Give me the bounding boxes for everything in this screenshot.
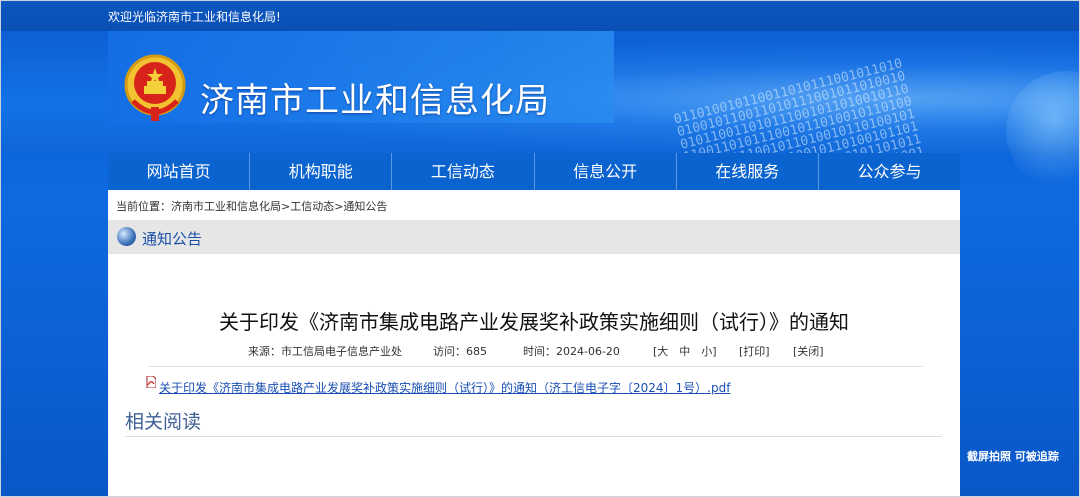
- attachment-link[interactable]: 关于印发《济南市集成电路产业发展奖补政策实施细则（试行）》的通知（济工信电子字〔…: [159, 379, 730, 396]
- content-panel: 当前位置：济南市工业和信息化局>工信动态>通知公告 通知公告 关于印发《济南市集…: [108, 190, 960, 496]
- divider: [148, 366, 923, 367]
- divider: [125, 436, 942, 437]
- article-visits: 访问：685: [433, 345, 487, 358]
- nav-item-functions[interactable]: 机构职能: [250, 153, 393, 190]
- screenshot-watermark: 截屏拍照 可被追踪: [967, 450, 1059, 463]
- nav-item-home[interactable]: 网站首页: [108, 153, 251, 190]
- welcome-text: 欢迎光临济南市工业和信息化局!: [108, 10, 281, 24]
- article-time: 时间：2024-06-20: [523, 345, 620, 358]
- close-button[interactable]: [关闭]: [793, 343, 824, 359]
- section-header: 通知公告: [108, 220, 960, 254]
- font-size-controls[interactable]: [大 中 小]: [653, 343, 717, 359]
- welcome-bar: 欢迎光临济南市工业和信息化局!: [1, 1, 1079, 32]
- print-button[interactable]: [打印]: [739, 343, 770, 359]
- section-title: 通知公告: [142, 230, 203, 248]
- globe-decoration: [1006, 71, 1079, 191]
- globe-icon: [117, 227, 136, 246]
- national-emblem-icon: [124, 54, 186, 121]
- nav-item-online-service[interactable]: 在线服务: [677, 153, 819, 190]
- article-title: 关于印发《济南市集成电路产业发展奖补政策实施细则（试行）》的通知: [219, 310, 849, 334]
- related-reading-title: 相关阅读: [125, 411, 202, 433]
- nav-item-news[interactable]: 工信动态: [392, 153, 535, 190]
- nav-item-participation[interactable]: 公众参与: [819, 153, 960, 190]
- article-source: 来源：市工信局电子信息产业处: [248, 345, 402, 358]
- pdf-icon: [146, 376, 156, 388]
- main-nav: 网站首页 机构职能 工信动态 信息公开 在线服务 公众参与: [108, 153, 960, 190]
- site-title: 济南市工业和信息化局: [200, 81, 550, 121]
- nav-item-disclosure[interactable]: 信息公开: [535, 153, 677, 190]
- browser-page: 欢迎光临济南市工业和信息化局! 011010010110011010111001…: [0, 0, 1080, 497]
- breadcrumb: 当前位置：济南市工业和信息化局>工信动态>通知公告: [116, 200, 388, 213]
